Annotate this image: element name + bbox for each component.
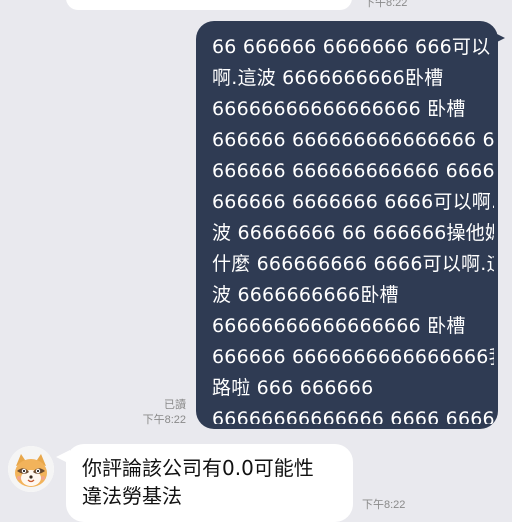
previous-message-bubble[interactable] — [66, 0, 352, 10]
outgoing-message-text: 66 666666 6666666 666可以 啊.這波 6666666666卧… — [212, 36, 494, 424]
raccoon-avatar-icon — [8, 446, 54, 492]
outgoing-message-time: 下午8:22 — [142, 414, 186, 426]
avatar[interactable] — [8, 446, 54, 492]
incoming-message-time: 下午8:22 — [362, 499, 406, 511]
incoming-message-text: 你評論該公司有0.0可能性 違法勞基法 — [82, 456, 314, 508]
previous-message-time: 下午8:22 — [364, 0, 408, 9]
read-receipt: 已讀 — [164, 399, 186, 411]
